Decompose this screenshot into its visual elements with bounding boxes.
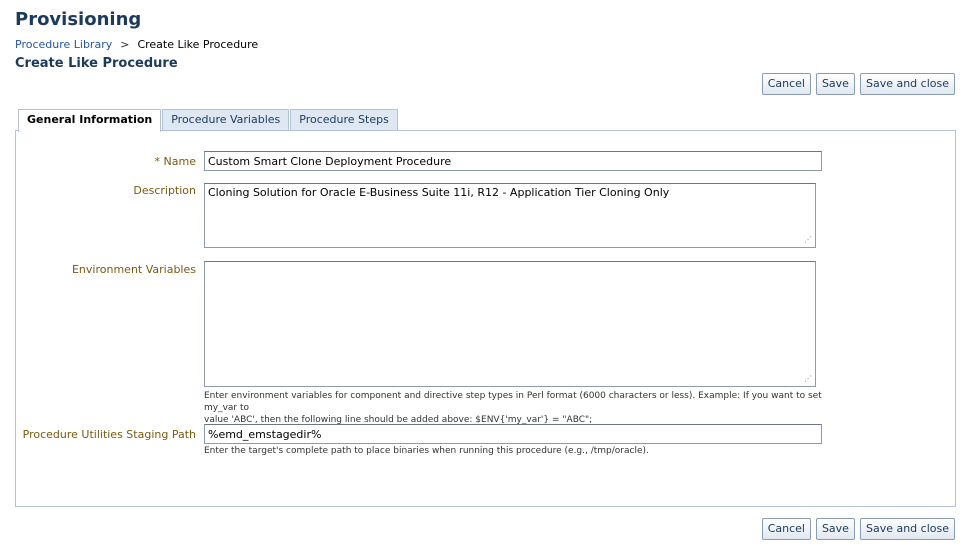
save-button-top[interactable]: Save (815, 73, 855, 95)
name-input[interactable] (204, 151, 822, 171)
staging-path-hint: Enter the target's complete path to plac… (204, 446, 649, 456)
save-button-bottom[interactable]: Save (815, 518, 855, 540)
bottom-button-bar: Cancel Save Save and close (761, 518, 955, 540)
top-button-bar: Cancel Save Save and close (761, 73, 955, 95)
environment-variables-hint-line1: Enter environment variables for componen… (204, 391, 822, 413)
environment-variables-hint: Enter environment variables for componen… (204, 390, 834, 426)
tab-procedure-steps[interactable]: Procedure Steps (290, 109, 398, 131)
staging-path-input[interactable] (204, 424, 822, 444)
staging-path-label: Procedure Utilities Staging Path (22, 428, 196, 441)
description-textarea[interactable]: Cloning Solution for Oracle E-Business S… (204, 183, 816, 248)
cancel-button-top[interactable]: Cancel (761, 73, 811, 95)
breadcrumb-current: Create Like Procedure (137, 38, 259, 51)
save-and-close-button-top[interactable]: Save and close (859, 73, 955, 95)
description-resize-grip-icon[interactable]: ⋰ (804, 236, 812, 244)
breadcrumb-link-procedure-library[interactable]: Procedure Library (15, 38, 112, 51)
name-label: * Name (155, 155, 196, 168)
environment-variables-label: Environment Variables (71, 263, 196, 276)
description-label: Description (133, 184, 196, 197)
breadcrumb-separator: > (120, 38, 130, 51)
app-title: Provisioning (15, 9, 142, 30)
required-indicator: * (154, 155, 161, 168)
tab-bar: General Information Procedure Variables … (18, 109, 399, 132)
tab-procedure-variables[interactable]: Procedure Variables (162, 109, 290, 131)
environment-variables-resize-grip-icon[interactable]: ⋰ (804, 375, 812, 383)
save-and-close-button-bottom[interactable]: Save and close (859, 518, 955, 540)
tab-general-information[interactable]: General Information (18, 109, 162, 132)
page-title: Create Like Procedure (15, 56, 178, 71)
page: Provisioning Procedure Library > Create Li… (0, 0, 970, 548)
name-label-text: Name (163, 155, 196, 168)
cancel-button-bottom[interactable]: Cancel (761, 518, 811, 540)
breadcrumb: Procedure Library > Create Like Procedure (15, 38, 258, 51)
environment-variables-textarea[interactable] (204, 261, 816, 387)
